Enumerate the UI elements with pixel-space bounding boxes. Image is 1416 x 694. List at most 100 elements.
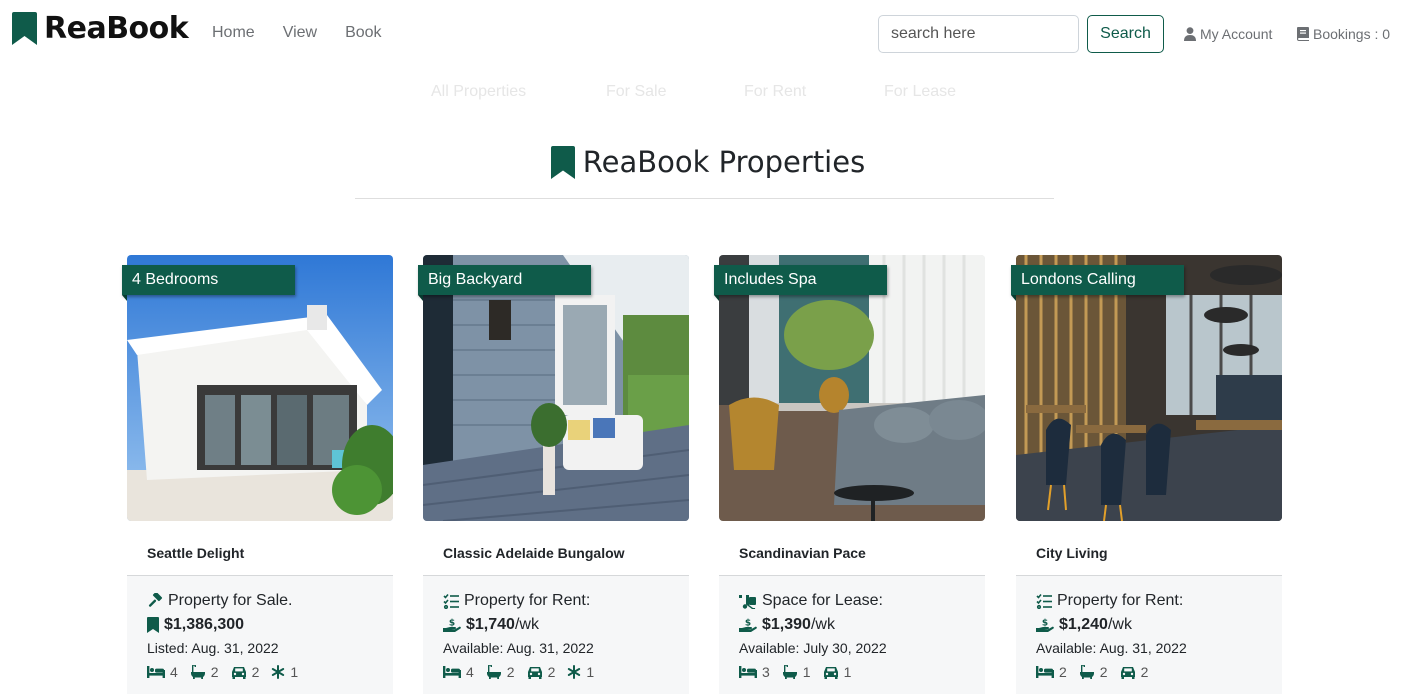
truck-ramp-box-icon bbox=[739, 595, 756, 609]
nav-home-link[interactable]: Home bbox=[212, 24, 255, 42]
nav-view-link[interactable]: View bbox=[283, 24, 317, 42]
bookmark-icon bbox=[550, 145, 575, 179]
card-footer: Space for Lease: $ $1,390 /wk Available:… bbox=[719, 575, 985, 694]
nav-book-link[interactable]: Book bbox=[345, 24, 381, 42]
navbar: ReaBook Home View Book Search My Account… bbox=[0, 0, 1416, 68]
feature-bedrooms: 2 bbox=[1036, 664, 1067, 680]
feature-aircon: 1 bbox=[567, 664, 594, 680]
listing-date: Available: Aug. 31, 2022 bbox=[1036, 640, 1187, 656]
snowflake-icon bbox=[272, 665, 285, 679]
aircon-count: 1 bbox=[290, 664, 299, 680]
svg-text:$: $ bbox=[745, 619, 751, 629]
carspace-count: 2 bbox=[251, 664, 260, 680]
brand-name: ReaBook bbox=[44, 10, 189, 46]
price-unit: /wk bbox=[1107, 616, 1132, 633]
property-card[interactable]: Big Backyard Classic Adelaide Bungalow P… bbox=[418, 255, 689, 694]
card-footer: Property for Rent: $ $1,740 /wk Availabl… bbox=[423, 575, 689, 694]
my-account-link[interactable]: My Account bbox=[1184, 26, 1272, 42]
feature-bathrooms: 2 bbox=[190, 664, 219, 680]
bed-icon bbox=[739, 666, 757, 678]
filter-for-rent[interactable]: For Rent bbox=[744, 83, 806, 101]
price-value: $1,240 bbox=[1059, 616, 1108, 633]
property-type: Property for Sale. bbox=[147, 591, 393, 611]
property-features: 4 2 2 1 bbox=[147, 664, 393, 680]
car-icon bbox=[1120, 666, 1135, 679]
filter-for-lease[interactable]: For Lease bbox=[884, 83, 956, 101]
card-footer: Property for Rent: $ $1,240 /wk Availabl… bbox=[1016, 575, 1282, 694]
bed-icon bbox=[147, 666, 165, 678]
bedroom-count: 4 bbox=[466, 664, 474, 680]
main-nav: Home View Book bbox=[212, 24, 382, 42]
card-ribbon: Includes Spa bbox=[714, 265, 887, 301]
property-price: $1,386,300 bbox=[147, 615, 393, 635]
brand-logo-link[interactable]: ReaBook bbox=[12, 10, 189, 46]
property-filter-tabs: All Properties For Sale For Rent For Lea… bbox=[0, 83, 1416, 103]
property-card[interactable]: Londons Calling City Living Property for… bbox=[1011, 255, 1282, 694]
snowflake-icon bbox=[568, 665, 581, 679]
listing-date: Listed: Aug. 31, 2022 bbox=[147, 640, 279, 656]
bookings-link[interactable]: Bookings : 0 bbox=[1297, 26, 1390, 42]
bathroom-count: 1 bbox=[802, 664, 811, 680]
feature-bedrooms: 4 bbox=[443, 664, 474, 680]
property-card[interactable]: 4 Bedrooms Seattle Delight Property for … bbox=[122, 255, 393, 694]
car-icon bbox=[527, 666, 542, 679]
property-price: $ $1,240 /wk bbox=[1036, 615, 1282, 635]
bathroom-count: 2 bbox=[1099, 664, 1108, 680]
bookmark-icon bbox=[147, 617, 159, 633]
feature-aircon: 1 bbox=[271, 664, 298, 680]
property-name: City Living bbox=[1036, 545, 1108, 561]
card-ribbon: 4 Bedrooms bbox=[122, 265, 295, 301]
property-features: 2 2 2 bbox=[1036, 664, 1282, 680]
page-title-text: ReaBook Properties bbox=[582, 145, 866, 179]
hand-holding-dollar-icon: $ bbox=[443, 619, 461, 632]
list-check-icon bbox=[1036, 593, 1052, 609]
feature-bedrooms: 3 bbox=[739, 664, 770, 680]
search-button[interactable]: Search bbox=[1087, 15, 1164, 53]
hand-holding-dollar-icon: $ bbox=[1036, 619, 1054, 632]
card-footer: Property for Sale. $1,386,300 Listed: Au… bbox=[127, 575, 393, 694]
feature-carspaces: 2 bbox=[1120, 664, 1149, 680]
title-divider bbox=[355, 198, 1054, 199]
carspace-count: 2 bbox=[547, 664, 556, 680]
listing-date: Available: Aug. 31, 2022 bbox=[443, 640, 594, 656]
carspace-count: 2 bbox=[1140, 664, 1149, 680]
hand-holding-dollar-icon: $ bbox=[739, 619, 757, 632]
property-type-label: Property for Rent: bbox=[1057, 592, 1184, 609]
property-name: Classic Adelaide Bungalow bbox=[443, 545, 625, 561]
property-type: Property for Rent: bbox=[443, 591, 689, 611]
property-price: $ $1,390 /wk bbox=[739, 615, 985, 635]
property-type-label: Space for Lease: bbox=[762, 592, 883, 609]
car-icon bbox=[823, 666, 838, 679]
bathroom-count: 2 bbox=[506, 664, 515, 680]
feature-bedrooms: 4 bbox=[147, 664, 178, 680]
listing-date: Available: July 30, 2022 bbox=[739, 640, 887, 656]
page-title: ReaBook Properties bbox=[0, 145, 1416, 179]
carspace-count: 1 bbox=[843, 664, 852, 680]
list-check-icon bbox=[443, 593, 459, 609]
property-name: Scandinavian Pace bbox=[739, 545, 866, 561]
bedroom-count: 3 bbox=[762, 664, 770, 680]
price-value: $1,740 bbox=[466, 616, 515, 633]
car-icon bbox=[231, 666, 246, 679]
gavel-icon bbox=[148, 593, 163, 607]
bed-icon bbox=[1036, 666, 1054, 678]
aircon-count: 1 bbox=[586, 664, 595, 680]
property-type-label: Property for Sale. bbox=[168, 592, 293, 609]
bookmark-logo-icon bbox=[12, 11, 37, 45]
feature-carspaces: 1 bbox=[823, 664, 852, 680]
price-value: $1,386,300 bbox=[164, 616, 245, 633]
svg-text:$: $ bbox=[449, 619, 455, 629]
feature-carspaces: 2 bbox=[231, 664, 260, 680]
user-icon bbox=[1184, 27, 1196, 41]
price-unit: /wk bbox=[514, 616, 539, 633]
property-type: Property for Rent: bbox=[1036, 591, 1282, 611]
property-features: 3 1 1 bbox=[739, 664, 985, 680]
feature-bathrooms: 2 bbox=[486, 664, 515, 680]
search-input[interactable] bbox=[878, 15, 1079, 53]
filter-for-sale[interactable]: For Sale bbox=[606, 83, 666, 101]
filter-all-properties[interactable]: All Properties bbox=[431, 83, 526, 101]
property-type-label: Property for Rent: bbox=[464, 592, 591, 609]
property-card[interactable]: Includes Spa Scandinavian Pace Space for… bbox=[714, 255, 985, 694]
bath-icon bbox=[1079, 665, 1094, 679]
feature-bathrooms: 1 bbox=[782, 664, 811, 680]
